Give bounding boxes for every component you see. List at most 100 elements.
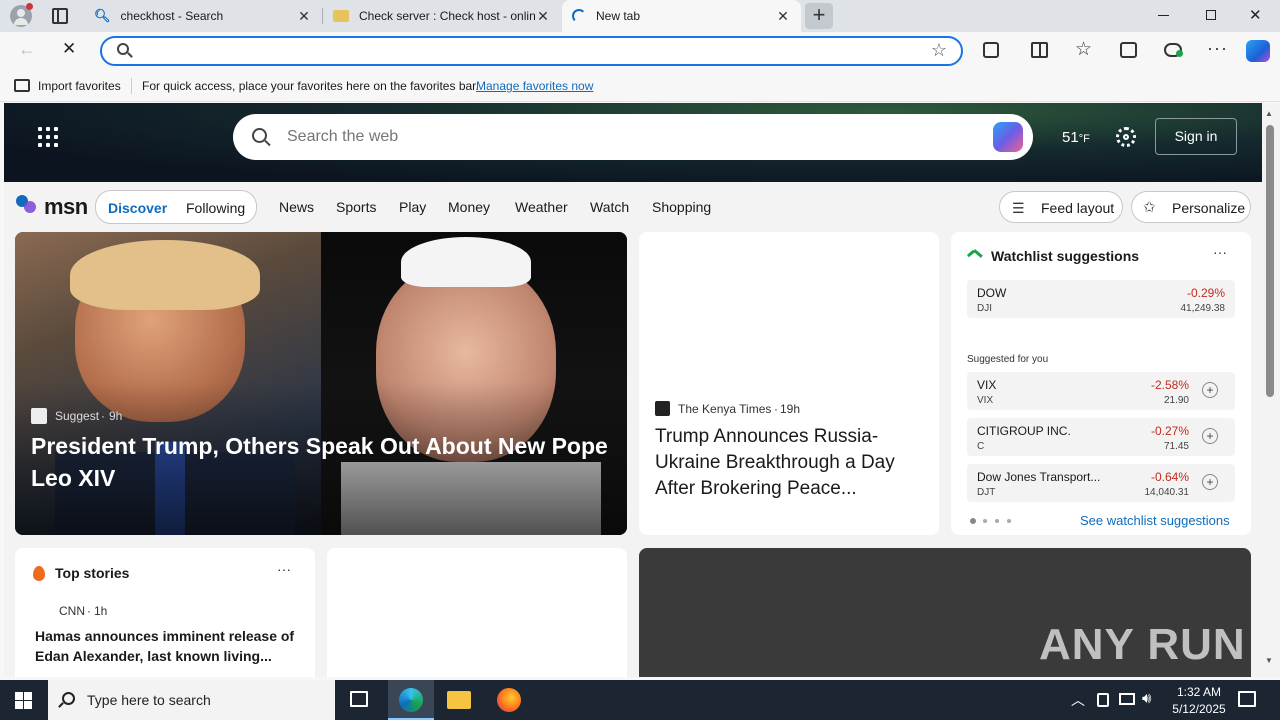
watchlist-row-dow-transport[interactable]: Dow Jones Transport... DJT -0.64% 14,040… (967, 464, 1235, 502)
browser-essentials-icon[interactable] (1164, 43, 1183, 57)
taskbar-edge[interactable] (388, 680, 434, 720)
back-button[interactable]: ← (18, 39, 36, 60)
scroll-up-arrow[interactable]: ▲ (1265, 109, 1273, 118)
feed-layout-label: Feed layout (1041, 200, 1115, 216)
collections-icon[interactable] (1120, 42, 1137, 58)
nav-money[interactable]: Money (448, 199, 490, 215)
side-story-card[interactable]: The Kenya Times · 19h Trump Announces Ru… (639, 232, 939, 535)
copilot-icon[interactable] (1246, 40, 1270, 62)
minimize-button[interactable] (1158, 15, 1169, 16)
taskbar-search[interactable]: Type here to search (48, 680, 335, 720)
address-bar[interactable]: ☆ (100, 36, 963, 66)
stop-loading-button[interactable]: ✕ (62, 39, 76, 59)
top-story-headline[interactable]: Hamas announces imminent release of Edan… (35, 626, 303, 666)
clock-time[interactable]: 1:32 AM (1172, 685, 1226, 699)
more-options-icon[interactable]: ··· (277, 561, 291, 577)
tab-new-tab[interactable]: New tab ✕ (562, 0, 801, 32)
msn-logo-icon[interactable] (16, 193, 42, 217)
network-icon[interactable] (1119, 693, 1135, 705)
web-search-box[interactable] (233, 114, 1033, 160)
stock-value: 71.45 (1163, 441, 1189, 452)
tab-following[interactable]: Following (186, 200, 245, 216)
watchlist-row-dow[interactable]: DOW DJI -0.29% 41,249.38 (967, 280, 1235, 318)
page-scrollbar[interactable]: ▲ ▼ (1262, 103, 1280, 677)
tab-checkhost-search[interactable]: 🔍︎ checkhost - Search ✕ (84, 0, 322, 32)
favorite-star-icon[interactable]: ☆ (931, 40, 947, 61)
copilot-search-icon[interactable] (993, 122, 1023, 152)
see-watchlist-link[interactable]: See watchlist suggestions (1080, 513, 1230, 528)
watchlist-row-vix[interactable]: VIX VIX -2.58% 21.90 (967, 372, 1235, 410)
hero-age: 9h (109, 409, 123, 423)
close-tab-icon[interactable]: ✕ (296, 8, 312, 25)
carousel-dot[interactable] (995, 519, 999, 523)
extensions-icon[interactable] (983, 42, 999, 58)
top-stories-card: Top stories ··· CNN · 1h Hamas announces… (15, 548, 315, 677)
sign-in-button[interactable]: Sign in (1155, 118, 1237, 155)
start-button[interactable] (15, 692, 33, 709)
carousel-dot-active[interactable] (970, 518, 976, 524)
edge-icon (399, 688, 423, 712)
device-icon[interactable] (1097, 693, 1109, 707)
nav-sports[interactable]: Sports (336, 199, 376, 215)
search-icon (117, 43, 133, 58)
nav-shopping[interactable]: Shopping (652, 199, 711, 215)
close-tab-icon[interactable]: ✕ (775, 8, 791, 25)
restore-button[interactable] (1206, 10, 1216, 20)
stock-value: 41,249.38 (1180, 303, 1226, 314)
volume-icon[interactable]: 🔊︎ (1142, 690, 1151, 707)
add-vix-button[interactable]: + (1202, 382, 1218, 398)
tab-discover[interactable]: Discover (108, 200, 167, 216)
msn-logo[interactable]: msn (44, 194, 88, 220)
address-input[interactable] (138, 41, 918, 61)
import-favorites-button[interactable]: Import favorites (38, 79, 121, 93)
flame-icon (33, 566, 45, 581)
profile-avatar[interactable] (10, 3, 33, 27)
hero-story-card[interactable]: Suggest · 9h President Trump, Others Spe… (15, 232, 627, 535)
toolbar: ← ✕ ☆ ☆ ··· (0, 32, 1280, 70)
more-options-icon[interactable]: ··· (1213, 244, 1227, 260)
web-search-input[interactable] (287, 126, 967, 148)
hero-headline[interactable]: President Trump, Others Speak Out About … (31, 430, 621, 494)
manage-favorites-link[interactable]: Manage favorites now (476, 79, 593, 93)
side-age: 19h (780, 402, 801, 416)
search-icon (58, 692, 75, 708)
stock-name: DOW (977, 286, 1007, 300)
weather-readout[interactable]: 51°F (1062, 129, 1090, 146)
more-options-icon[interactable]: ··· (1207, 38, 1228, 59)
nav-weather[interactable]: Weather (515, 199, 568, 215)
firefox-icon[interactable] (497, 688, 521, 712)
nav-news[interactable]: News (279, 199, 314, 215)
favorites-icon[interactable]: ☆ (1075, 38, 1092, 61)
tab-actions-icon[interactable] (52, 8, 68, 24)
split-screen-icon[interactable] (1031, 42, 1048, 58)
new-tab-button[interactable]: + (805, 3, 833, 29)
stock-name: CITIGROUP INC. (977, 424, 1071, 438)
stock-symbol: DJT (977, 487, 996, 498)
carousel-dot[interactable] (983, 519, 987, 523)
scroll-down-arrow[interactable]: ▼ (1265, 656, 1273, 665)
show-hidden-icons[interactable]: ︿ (1071, 690, 1085, 710)
side-headline[interactable]: Trump Announces Russia-Ukraine Breakthro… (655, 424, 927, 502)
tab-check-server[interactable]: Check server : Check host - onlin ✕ (323, 0, 561, 32)
settings-gear-icon[interactable] (1116, 127, 1136, 147)
clock-date[interactable]: 5/12/2025 (1167, 702, 1231, 716)
personalize-button[interactable]: ✩ Personalize (1131, 191, 1251, 223)
apps-grid-icon[interactable] (38, 127, 58, 147)
watchlist-row-citigroup[interactable]: CITIGROUP INC. C -0.27% 71.45 (967, 418, 1235, 456)
feed-layout-button[interactable]: ☰ Feed layout (999, 191, 1123, 223)
file-explorer-icon[interactable] (447, 691, 471, 709)
carousel-dot[interactable] (1007, 519, 1011, 523)
stock-change: -0.64% (1150, 470, 1189, 484)
notifications-icon[interactable] (1238, 691, 1256, 707)
task-view-icon[interactable] (350, 691, 368, 707)
video-card[interactable]: ANY RUN (639, 548, 1251, 677)
dot-separator: · (101, 409, 105, 423)
close-tab-icon[interactable]: ✕ (535, 8, 551, 25)
nav-watch[interactable]: Watch (590, 199, 629, 215)
nav-play[interactable]: Play (399, 199, 426, 215)
close-window-button[interactable]: ✕ (1249, 6, 1262, 24)
tab-title: Check server : Check host - onlin (359, 9, 535, 23)
add-djt-button[interactable]: + (1202, 474, 1218, 490)
scrollbar-thumb[interactable] (1266, 125, 1274, 397)
add-citigroup-button[interactable]: + (1202, 428, 1218, 444)
